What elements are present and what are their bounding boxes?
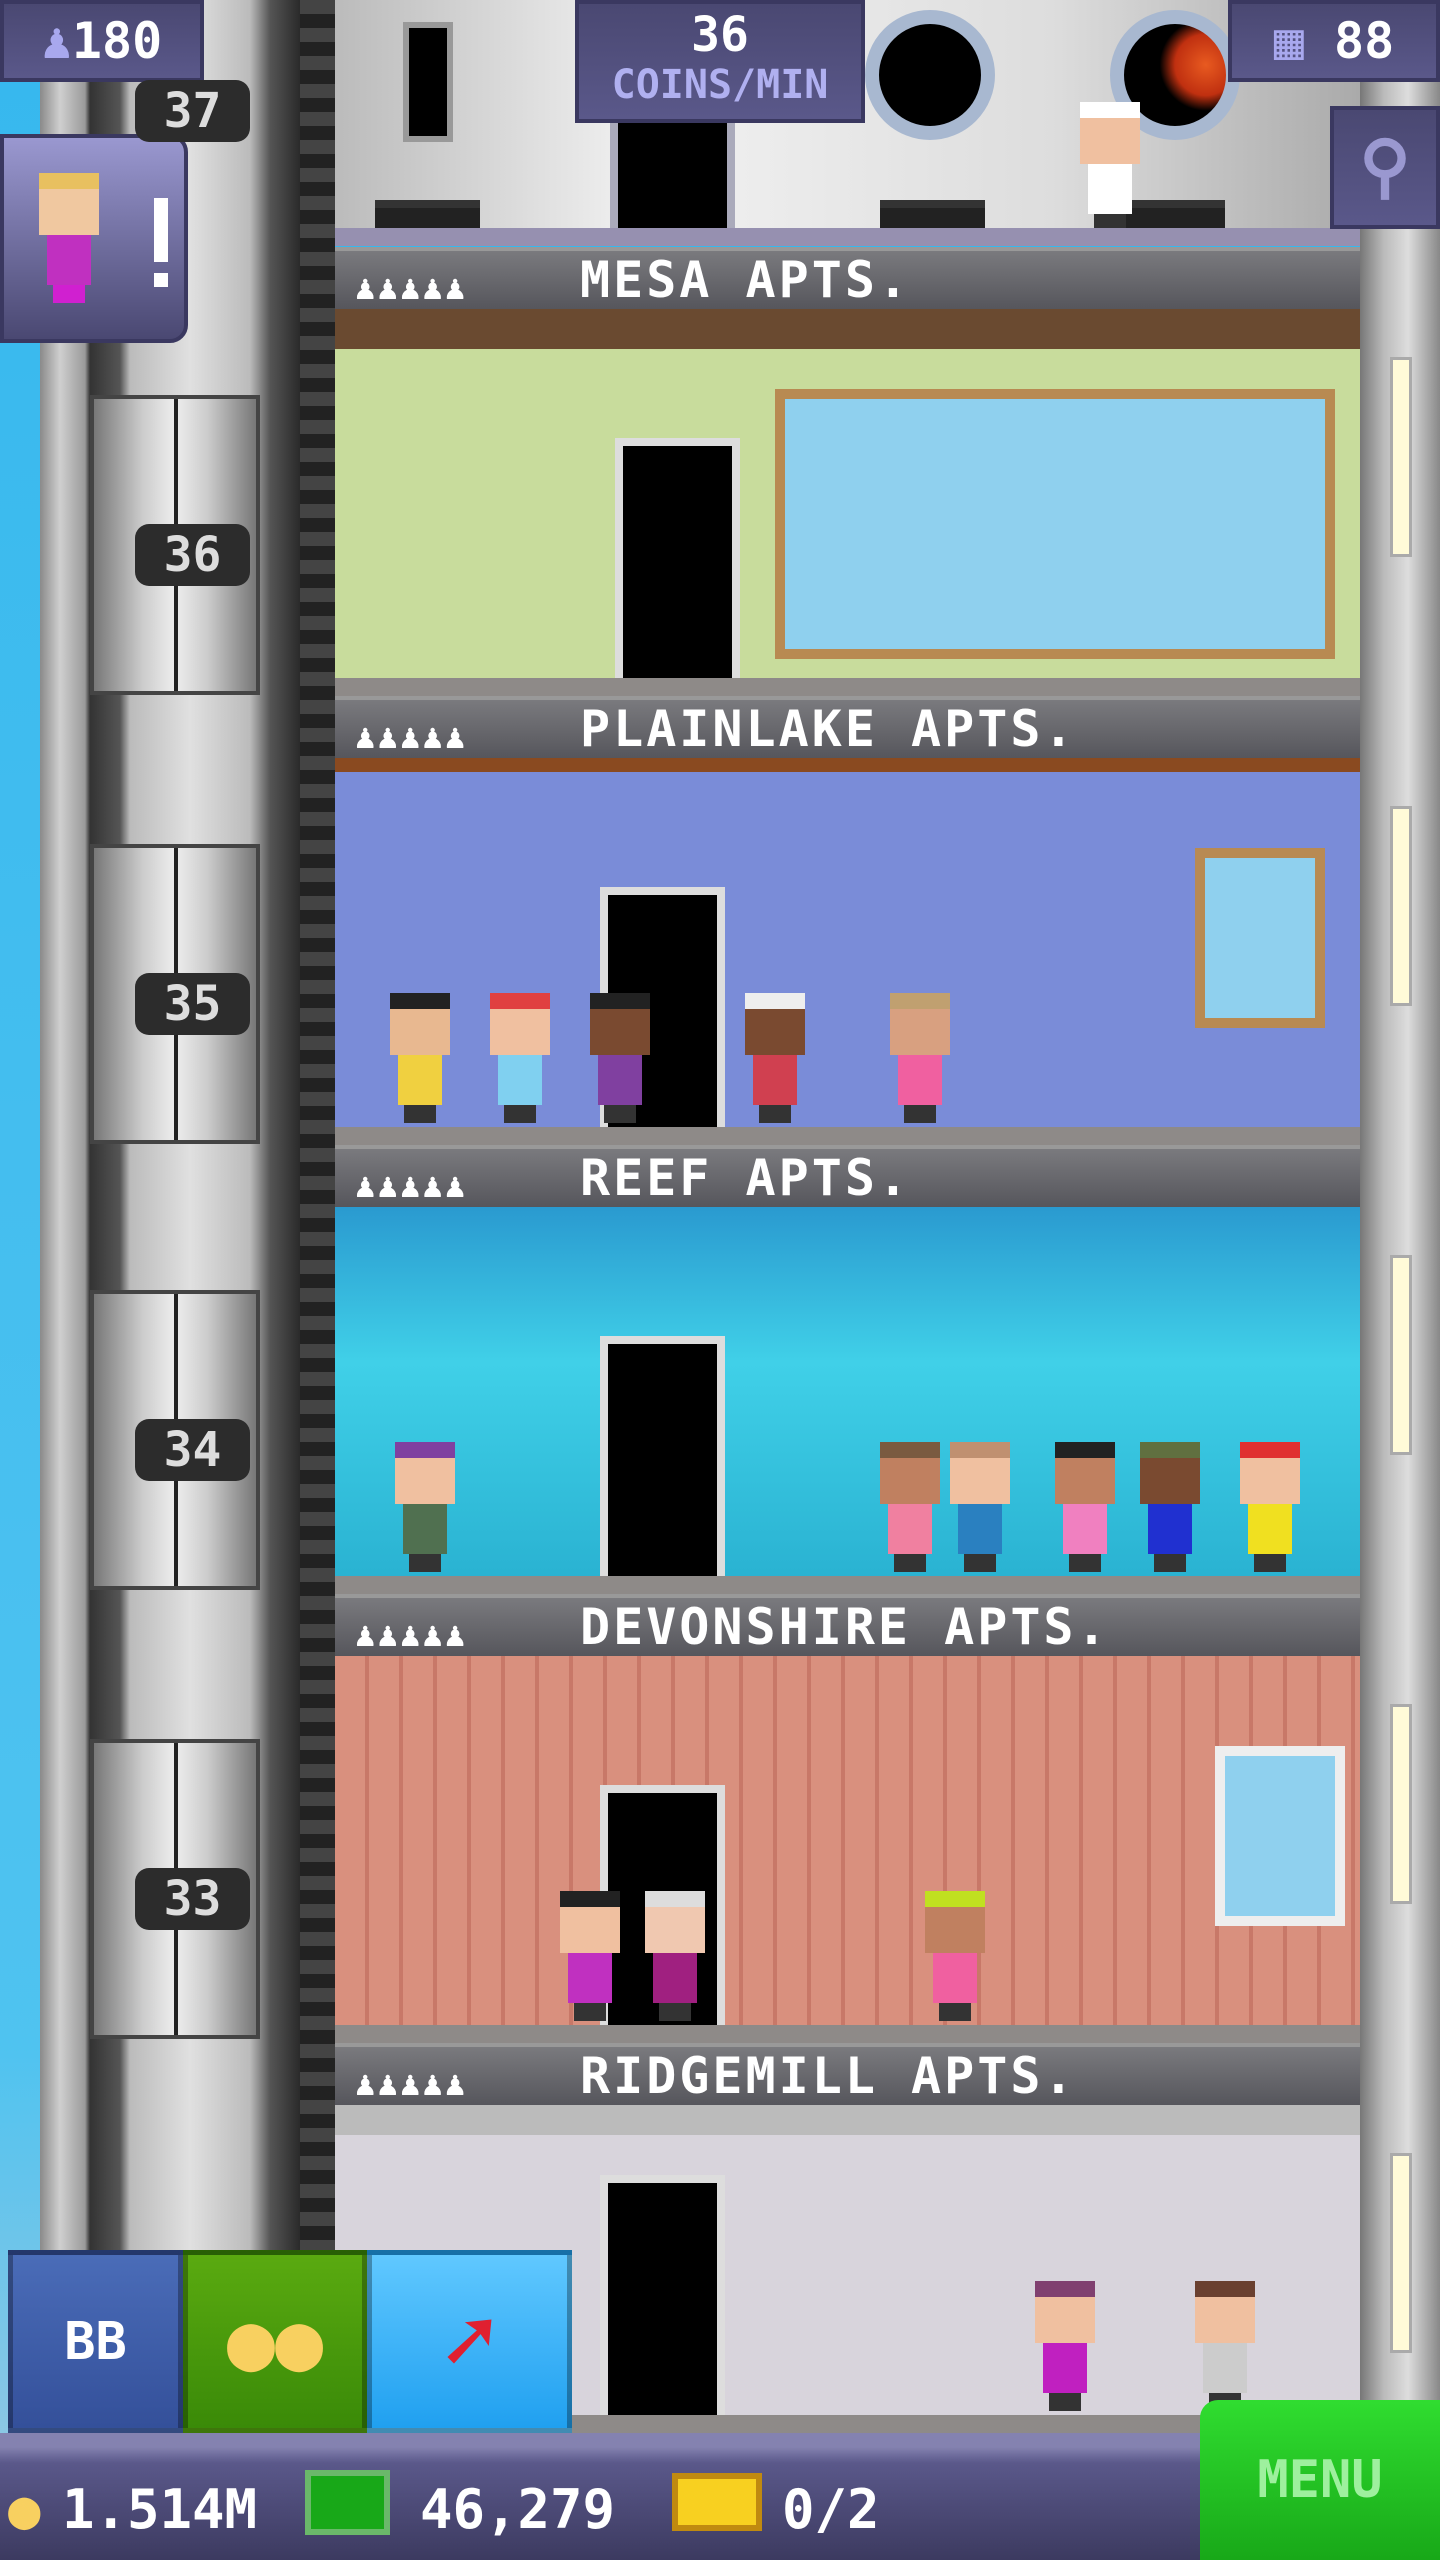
resident-notification-button[interactable] (0, 134, 188, 343)
coin-icon: ● (8, 2478, 41, 2541)
floor (335, 2025, 1360, 2043)
floor-label-reef[interactable]: ♟♟♟♟♟ REEF APTS. (335, 1145, 1360, 1207)
vent (880, 200, 985, 230)
door (615, 438, 740, 678)
window (1215, 1746, 1345, 1926)
vent (375, 200, 480, 230)
room-devonshire[interactable] (335, 1656, 1360, 2043)
shaft-rail (300, 0, 335, 2433)
room-plainlake[interactable] (335, 758, 1360, 1145)
tickets-count: 0/2 (782, 2478, 880, 2541)
coins-button[interactable]: ●● (183, 2250, 367, 2433)
resident[interactable] (590, 993, 650, 1123)
resident[interactable] (1055, 1442, 1115, 1572)
bitbook-button[interactable]: BB (8, 2250, 183, 2433)
floor-name: PLAINLAKE APTS. (580, 700, 1077, 758)
building-icon: ▦ (1273, 12, 1304, 70)
wall-light (1390, 806, 1412, 1006)
resident[interactable] (950, 1442, 1010, 1572)
resident[interactable] (490, 993, 550, 1123)
resident[interactable] (1140, 1442, 1200, 1572)
resident[interactable] (890, 993, 950, 1123)
resident[interactable] (745, 993, 805, 1123)
elevator-arrow-button[interactable]: ➚ (367, 2250, 572, 2433)
resident[interactable] (1080, 102, 1140, 232)
porthole-window (865, 10, 995, 140)
door (600, 2175, 725, 2415)
floor (335, 1576, 1360, 1594)
floor-number: 34 (135, 1419, 250, 1481)
coins-icon: ●● (226, 2295, 324, 2388)
floor-name: MESA APTS. (580, 251, 912, 309)
floor-name: RIDGEMILL APTS. (580, 2047, 1077, 2105)
floor-number: 35 (135, 973, 250, 1035)
floors-badge[interactable]: ▦ 88 (1228, 0, 1440, 82)
wall-light (1390, 1255, 1412, 1455)
sky (0, 0, 40, 2560)
wall-light (1390, 1704, 1412, 1904)
resident[interactable] (560, 1891, 620, 2021)
floor (335, 1127, 1360, 1145)
door (600, 1336, 725, 1576)
floor-label-plainlake[interactable]: ♟♟♟♟♟ PLAINLAKE APTS. (335, 696, 1360, 758)
ticket-icon (672, 2473, 762, 2531)
resident[interactable] (880, 1442, 940, 1572)
resident[interactable] (1195, 2281, 1255, 2411)
resident[interactable] (925, 1891, 985, 2021)
resident[interactable] (395, 1442, 455, 1572)
floor-number: 36 (135, 524, 250, 586)
room-mesa[interactable] (335, 309, 1360, 696)
floor (335, 678, 1360, 696)
coins-per-min-badge: 36 COINS/MIN (575, 0, 865, 123)
floor-name: REEF APTS. (580, 1149, 912, 1207)
arrow-icon: ➚ (442, 2289, 497, 2394)
floor-label-mesa[interactable]: ♟♟♟♟♟ MESA APTS. (335, 247, 1360, 309)
magnifier-icon: ⚲ (1359, 125, 1411, 207)
coins-amount: 1.514M (62, 2478, 258, 2541)
window (1195, 848, 1325, 1028)
bux-amount: 46,279 (420, 2478, 616, 2541)
floor-label-ridgemill[interactable]: ♟♟♟♟♟ RIDGEMILL APTS. (335, 2043, 1360, 2105)
resident-avatar (39, 173, 99, 303)
wall-light (1390, 357, 1412, 557)
resident[interactable] (1240, 1442, 1300, 1572)
floor-name: DEVONSHIRE APTS. (580, 1598, 1110, 1656)
search-button[interactable]: ⚲ (1330, 106, 1440, 229)
window (775, 389, 1335, 659)
resident[interactable] (645, 1891, 705, 2021)
floor-divider (335, 228, 1360, 246)
person-icon: ♟ (41, 12, 72, 70)
bux-icon (305, 2470, 390, 2535)
floor-number: 37 (135, 80, 250, 142)
control-panel (403, 22, 453, 142)
resident[interactable] (390, 993, 450, 1123)
wall-light (1390, 2153, 1412, 2353)
door (610, 115, 735, 237)
menu-button[interactable]: MENU (1200, 2400, 1440, 2560)
elevator-shaft[interactable] (40, 0, 335, 2433)
population-badge[interactable]: ♟180 (0, 0, 204, 82)
room-reef[interactable] (335, 1207, 1360, 1594)
resident[interactable] (1035, 2281, 1095, 2411)
alert-icon (154, 198, 168, 262)
alert-icon-dot (154, 273, 168, 287)
floor-number: 33 (135, 1868, 250, 1930)
floor-label-devonshire[interactable]: ♟♟♟♟♟ DEVONSHIRE APTS. (335, 1594, 1360, 1656)
